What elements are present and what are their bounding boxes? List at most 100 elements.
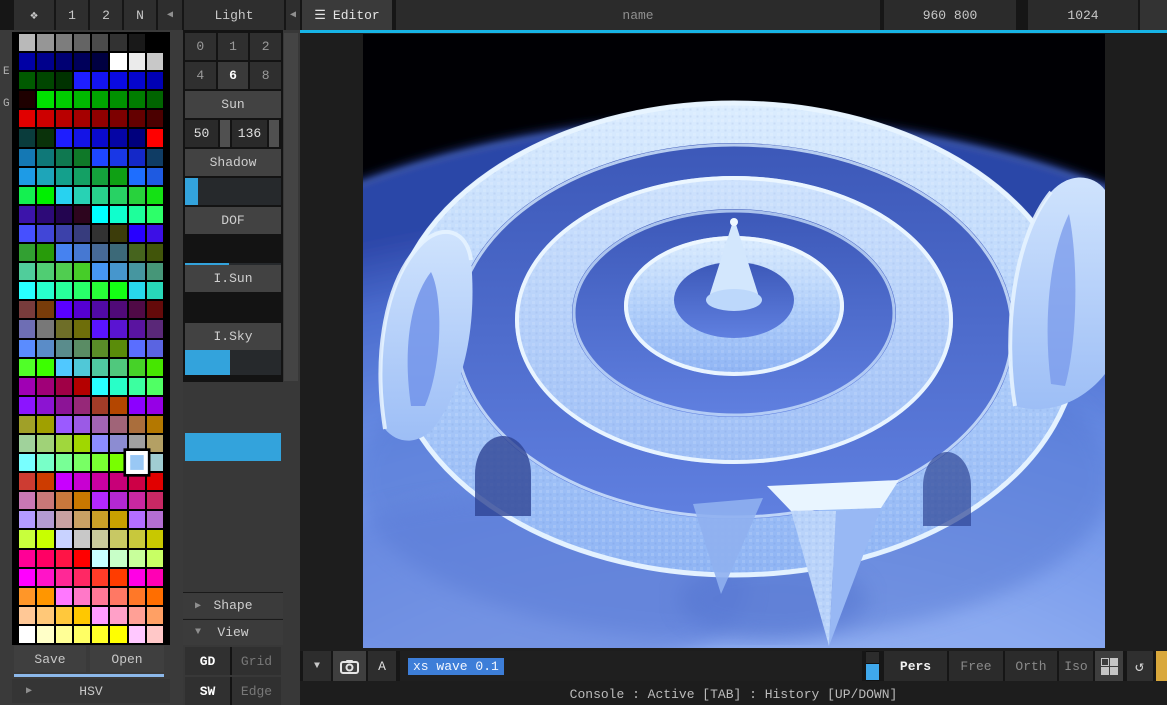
palette-swatch[interactable] — [37, 550, 53, 567]
palette-swatch[interactable] — [37, 340, 53, 357]
palette-swatch[interactable] — [74, 530, 90, 547]
palette-swatch[interactable] — [129, 129, 145, 146]
palette-swatch[interactable] — [147, 34, 163, 51]
model-name-field[interactable]: name — [396, 0, 880, 30]
palette-swatch[interactable] — [129, 378, 145, 395]
palette-swatch[interactable] — [56, 473, 72, 490]
palette-swatch[interactable] — [37, 72, 53, 89]
panel-scrollbar[interactable] — [284, 33, 298, 381]
palette-swatch[interactable] — [19, 416, 35, 433]
palette-swatch[interactable] — [129, 187, 145, 204]
palette-swatch[interactable] — [37, 320, 53, 337]
palette-swatch[interactable] — [56, 588, 72, 605]
palette-swatch[interactable] — [19, 492, 35, 509]
sun-angle-drag-handle[interactable] — [220, 120, 230, 147]
palette-swatch[interactable] — [92, 473, 108, 490]
palette-swatch[interactable] — [19, 454, 35, 471]
palette-swatch[interactable] — [129, 435, 145, 452]
palette-swatch[interactable] — [129, 397, 145, 414]
camera-mode-free[interactable]: Free — [949, 651, 1003, 681]
palette-swatch[interactable] — [56, 378, 72, 395]
console-input[interactable]: xs wave 0.1 — [400, 651, 862, 681]
palette-swatch[interactable] — [74, 569, 90, 586]
quad-view-button[interactable] — [1095, 651, 1123, 681]
render-size-field[interactable]: 960 800 — [884, 0, 1016, 30]
palette-swatch[interactable] — [56, 530, 72, 547]
palette-swatch[interactable] — [129, 473, 145, 490]
palette-swatch[interactable] — [74, 149, 90, 166]
isky-section-header[interactable]: I.Sky — [185, 323, 281, 350]
current-color-cell[interactable] — [866, 651, 879, 681]
palette-swatch[interactable] — [74, 378, 90, 395]
palette-swatch[interactable] — [74, 320, 90, 337]
secondary-color-swatch[interactable] — [866, 652, 879, 663]
palette-swatch[interactable] — [56, 416, 72, 433]
slot-n-button[interactable]: N — [124, 0, 156, 30]
count-0-button[interactable]: 0 — [185, 33, 216, 60]
palette-swatch[interactable] — [19, 435, 35, 452]
palette-swatch[interactable] — [110, 225, 126, 242]
palette-swatch[interactable] — [19, 588, 35, 605]
edge-shortcut-button[interactable]: SW — [185, 677, 230, 705]
palette-swatch[interactable] — [147, 359, 163, 376]
palette-swatch[interactable] — [110, 607, 126, 624]
palette-swatch[interactable] — [92, 320, 108, 337]
palette-swatch[interactable] — [129, 110, 145, 127]
dof-section-header[interactable]: DOF — [185, 207, 281, 234]
palette-swatch[interactable] — [19, 511, 35, 528]
palette-swatch[interactable] — [74, 187, 90, 204]
palette-swatch[interactable] — [129, 320, 145, 337]
palette-swatch[interactable] — [92, 530, 108, 547]
palette-swatch[interactable] — [19, 473, 35, 490]
palette-swatch[interactable] — [92, 206, 108, 223]
palette-swatch[interactable] — [110, 206, 126, 223]
palette-swatch[interactable] — [74, 397, 90, 414]
palette-swatch[interactable] — [37, 263, 53, 280]
view-section-header[interactable]: ▼ View — [183, 619, 283, 645]
palette-swatch[interactable] — [147, 244, 163, 261]
palette-swatch[interactable] — [129, 626, 145, 643]
palette-swatch[interactable] — [147, 511, 163, 528]
palette-swatch[interactable] — [56, 282, 72, 299]
grid-toggle[interactable]: Grid — [232, 647, 281, 675]
palette-swatch[interactable] — [92, 149, 108, 166]
palette-swatch[interactable] — [37, 530, 53, 547]
palette-swatch[interactable] — [92, 282, 108, 299]
palette-swatch[interactable] — [110, 492, 126, 509]
palette-swatch[interactable] — [147, 53, 163, 70]
open-button[interactable]: Open — [90, 646, 164, 672]
palette-swatch[interactable] — [37, 206, 53, 223]
count-8-button[interactable]: 8 — [250, 62, 281, 89]
palette-swatch[interactable] — [74, 359, 90, 376]
palette-swatch[interactable] — [92, 550, 108, 567]
palette-swatch[interactable] — [56, 53, 72, 70]
count-4-button[interactable]: 4 — [185, 62, 216, 89]
palette-swatch[interactable] — [37, 492, 53, 509]
palette-swatch[interactable] — [37, 607, 53, 624]
palette-swatch[interactable] — [19, 530, 35, 547]
palette-swatch[interactable] — [147, 301, 163, 318]
palette-swatch[interactable] — [74, 626, 90, 643]
palette-swatch[interactable] — [37, 416, 53, 433]
palette-swatch[interactable] — [147, 378, 163, 395]
slot-2-button[interactable]: 2 — [90, 0, 122, 30]
palette-swatch[interactable] — [110, 34, 126, 51]
palette-swatch[interactable] — [110, 359, 126, 376]
palette-swatch[interactable] — [92, 588, 108, 605]
palette-swatch[interactable] — [129, 588, 145, 605]
palette-swatch[interactable] — [147, 607, 163, 624]
palette-swatch[interactable] — [37, 454, 53, 471]
palette-swatch[interactable] — [147, 473, 163, 490]
palette-swatch[interactable] — [92, 397, 108, 414]
palette-swatch[interactable] — [129, 340, 145, 357]
palette-swatch[interactable] — [37, 511, 53, 528]
palette-swatch[interactable] — [56, 244, 72, 261]
palette-swatch[interactable] — [37, 244, 53, 261]
palette-swatch[interactable] — [92, 607, 108, 624]
palette-swatch[interactable] — [129, 168, 145, 185]
palette-swatch[interactable] — [147, 416, 163, 433]
palette-swatch[interactable] — [92, 187, 108, 204]
palette-swatch[interactable] — [147, 91, 163, 108]
palette-swatch[interactable] — [147, 454, 163, 471]
palette-swatch[interactable] — [129, 511, 145, 528]
